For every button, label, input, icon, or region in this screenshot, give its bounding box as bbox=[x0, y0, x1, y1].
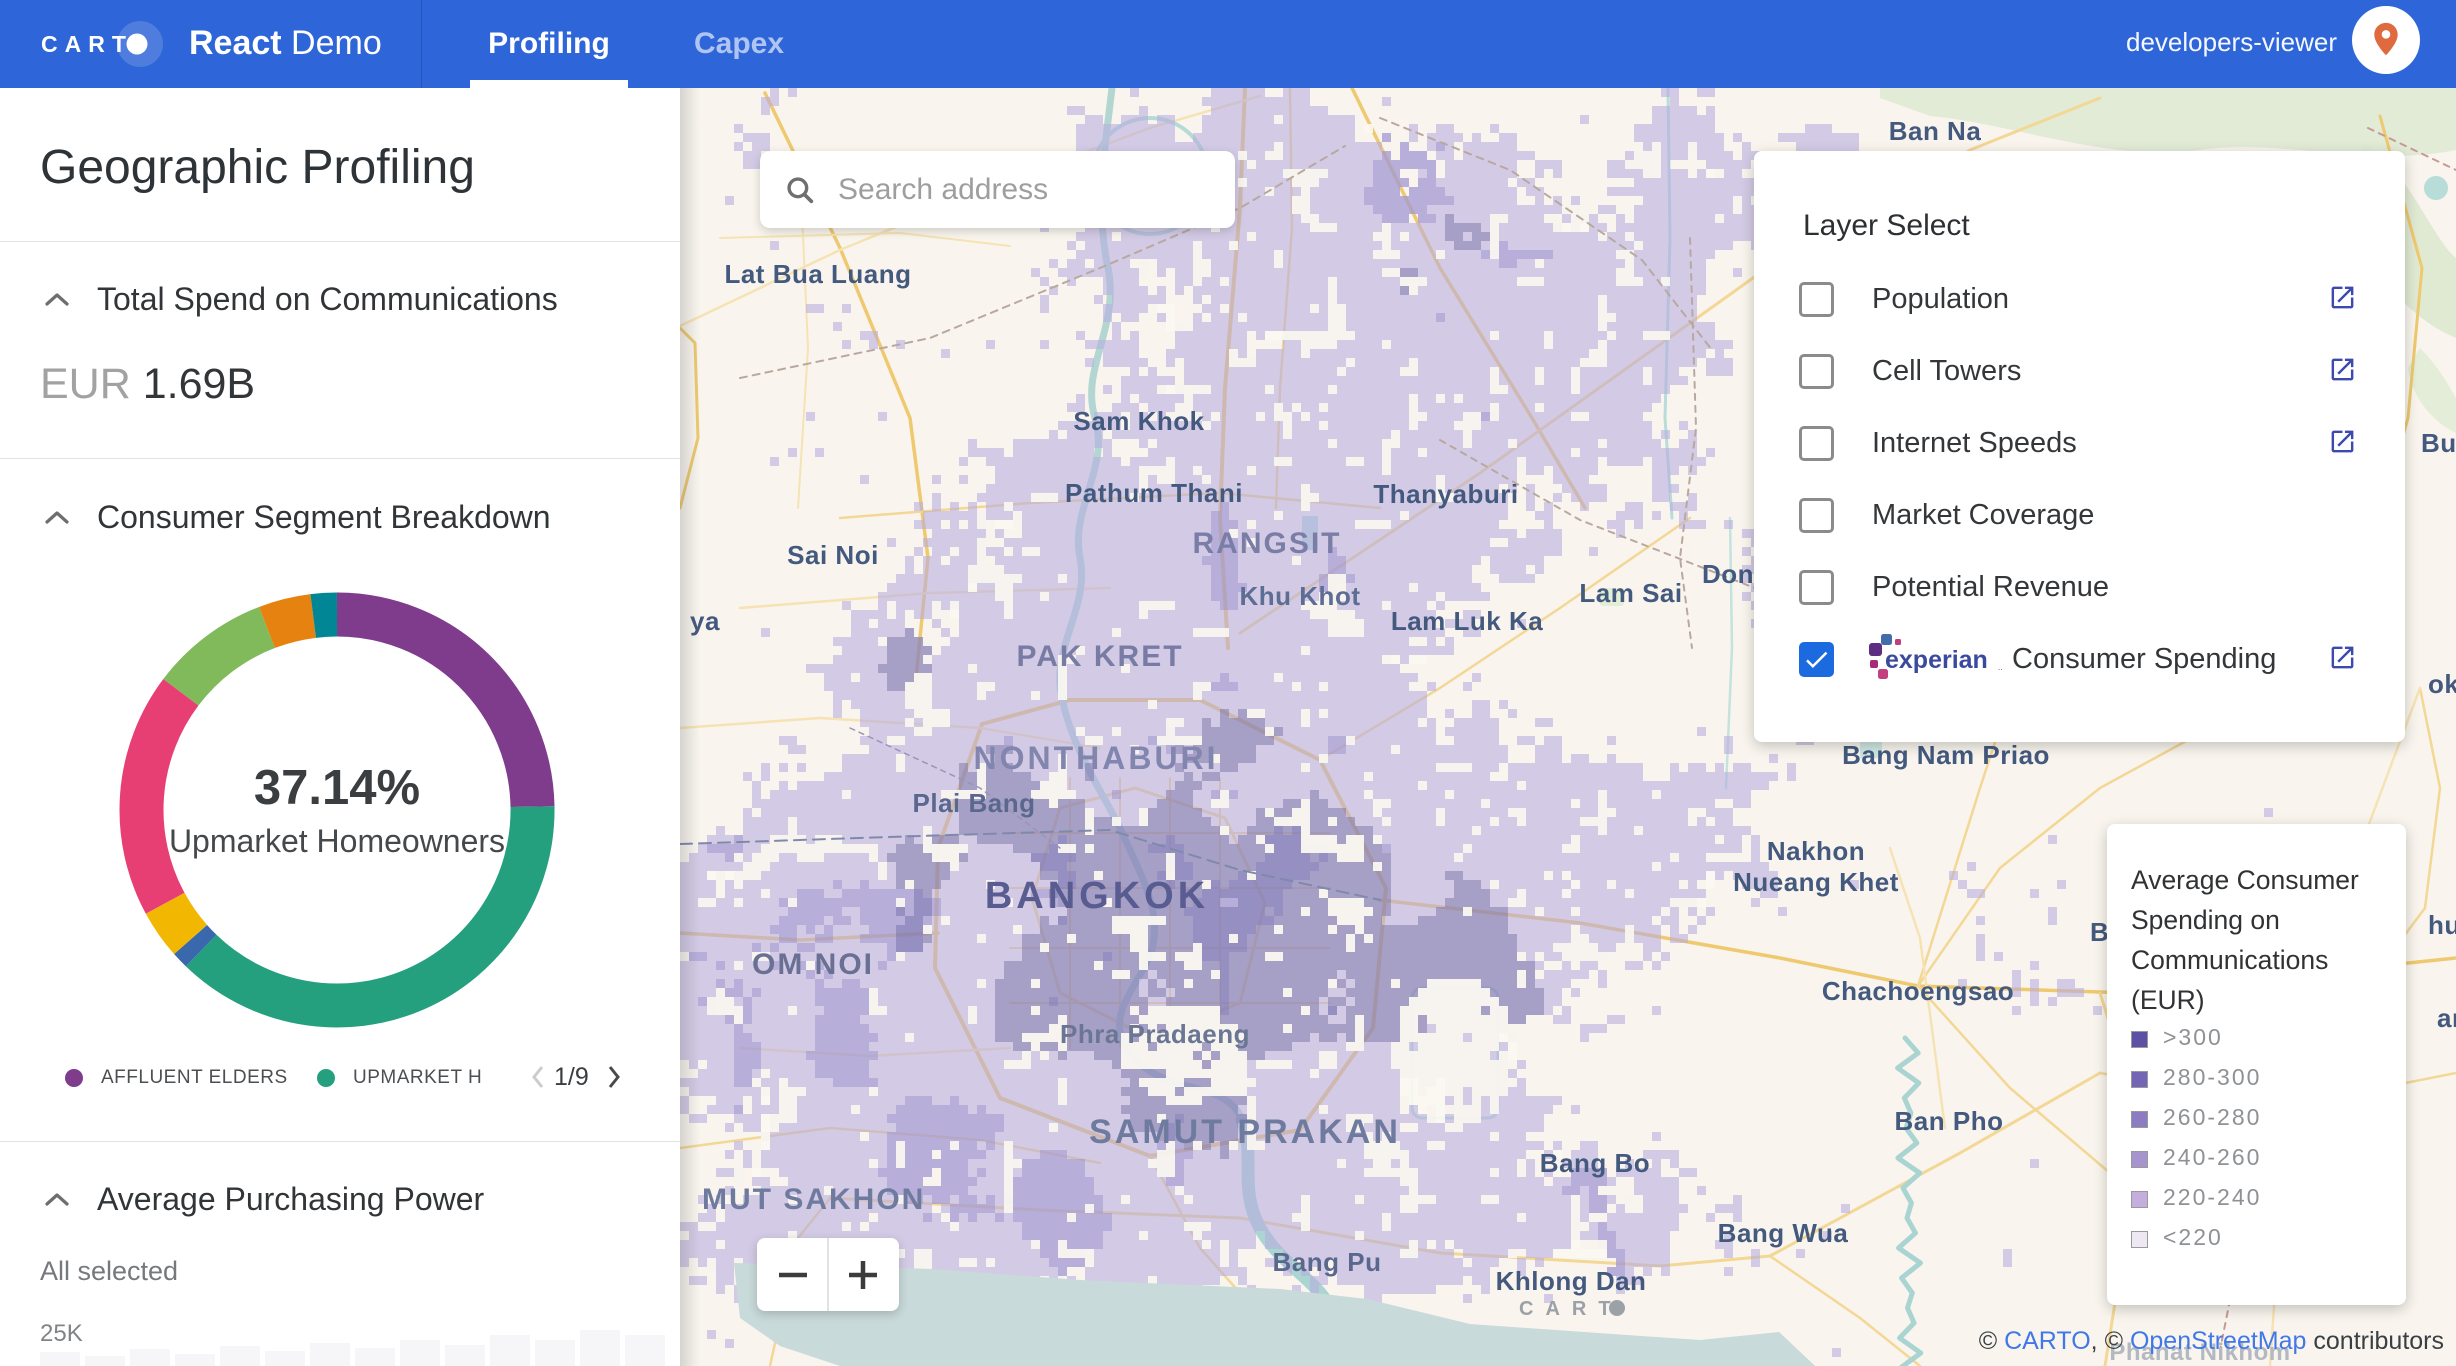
svg-text:Khu Khot: Khu Khot bbox=[1240, 581, 1361, 611]
svg-text:Khlong Dan: Khlong Dan bbox=[1496, 1266, 1647, 1296]
svg-text:anam: anam bbox=[2437, 1003, 2456, 1033]
svg-text:CART: CART bbox=[1519, 1298, 1623, 1320]
svg-text:Sai Noi: Sai Noi bbox=[787, 540, 879, 570]
svg-text:Bang Nam Priao: Bang Nam Priao bbox=[1842, 740, 2050, 770]
svg-text:RANGSIT: RANGSIT bbox=[1193, 527, 1342, 560]
svg-text:Bang Wua: Bang Wua bbox=[1718, 1218, 1849, 1248]
svg-text:Pathum Thani: Pathum Thani bbox=[1065, 478, 1243, 508]
svg-text:Lam Sai: Lam Sai bbox=[1579, 578, 1682, 608]
svg-text:Lam Luk Ka: Lam Luk Ka bbox=[1391, 606, 1543, 636]
svg-text:hun: hun bbox=[2428, 910, 2456, 940]
svg-text:BANGKOK: BANGKOK bbox=[985, 875, 1209, 917]
svg-text:MUT SAKHON: MUT SAKHON bbox=[702, 1183, 925, 1216]
svg-text:Plai Bang: Plai Bang bbox=[913, 788, 1036, 818]
svg-text:SAMUT PRAKAN: SAMUT PRAKAN bbox=[1089, 1113, 1401, 1151]
svg-text:CART: CART bbox=[41, 31, 133, 57]
svg-text:Ban Pho: Ban Pho bbox=[1895, 1106, 2004, 1136]
svg-text:OM NOI: OM NOI bbox=[752, 948, 874, 981]
svg-text:experian: experian bbox=[1885, 646, 1988, 674]
svg-text:Don: Don bbox=[1702, 559, 1754, 589]
svg-text:Nueang Khet: Nueang Khet bbox=[1733, 867, 1899, 897]
svg-text:Sam Khok: Sam Khok bbox=[1073, 406, 1204, 436]
svg-text:Lat Bua Luang: Lat Bua Luang bbox=[724, 259, 911, 289]
svg-text:Thanyaburi: Thanyaburi bbox=[1373, 479, 1518, 509]
svg-text:..: .. bbox=[1998, 663, 2002, 672]
svg-text:Bang Bo: Bang Bo bbox=[1540, 1148, 1650, 1178]
svg-text:Chachoengsao: Chachoengsao bbox=[1822, 976, 2014, 1006]
svg-text:PAK KRET: PAK KRET bbox=[1016, 640, 1183, 673]
svg-text:Buri: Buri bbox=[2421, 428, 2456, 458]
svg-text:Bang Pu: Bang Pu bbox=[1273, 1247, 1382, 1277]
svg-text:Nakhon: Nakhon bbox=[1767, 836, 1865, 866]
svg-text:Ban Na: Ban Na bbox=[1889, 116, 1982, 146]
svg-text:ok Pip: ok Pip bbox=[2428, 669, 2456, 699]
svg-text:Phra Pradaeng: Phra Pradaeng bbox=[1060, 1019, 1250, 1049]
svg-text:NONTHABURI: NONTHABURI bbox=[973, 740, 1218, 776]
